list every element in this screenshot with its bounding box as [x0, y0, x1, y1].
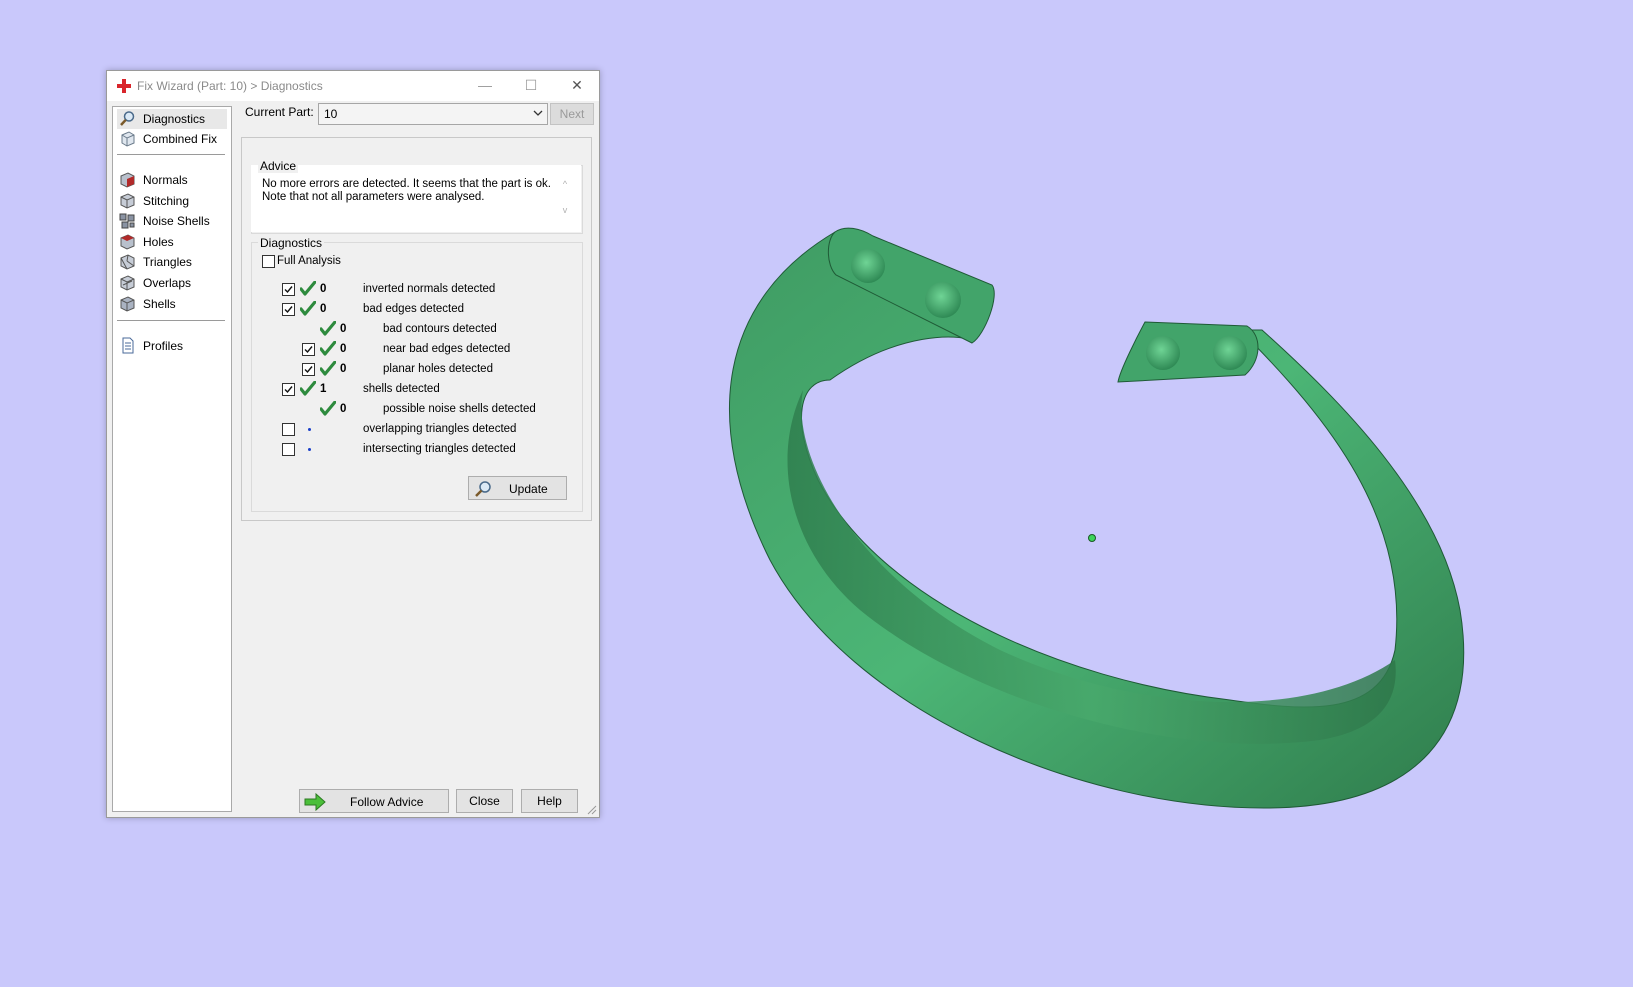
checkmark-icon [299, 280, 317, 297]
diagnostic-count: 0 [340, 363, 347, 375]
diagnostic-label: overlapping triangles detected [363, 423, 517, 435]
diagnostic-label: shells detected [363, 383, 440, 395]
diagnostic-label: intersecting triangles detected [363, 443, 516, 455]
diagnostic-label: near bad edges detected [383, 343, 511, 355]
wizard-sidebar: Diagnostics Combined Fix Normals Stitchi… [112, 106, 232, 812]
rotation-center-marker [1088, 534, 1096, 542]
title-bar[interactable]: Fix Wizard (Part: 10) > Diagnostics — ☐ … [107, 71, 599, 101]
sidebar-divider [117, 154, 225, 155]
chevron-down-icon [533, 110, 543, 116]
diagnostic-count: 0 [340, 343, 347, 355]
diagnostic-label: planar holes detected [383, 363, 493, 375]
sidebar-item-combined-fix[interactable]: Combined Fix [117, 129, 227, 149]
sidebar-item-shells[interactable]: Shells [117, 294, 227, 314]
red-cross-icon [117, 79, 131, 93]
overlaps-cube-icon [120, 275, 135, 291]
diagnostic-count: 1 [320, 383, 327, 395]
magnifier-icon [475, 481, 491, 497]
sidebar-item-noise-shells[interactable]: Noise Shells [117, 211, 227, 231]
cube-icon [121, 131, 135, 147]
shells-cube-icon [120, 296, 135, 312]
holes-cube-icon [120, 234, 135, 250]
scroll-up-icon[interactable]: ^ [559, 179, 571, 189]
diagnostic-label: bad edges detected [363, 303, 465, 315]
fix-wizard-dialog: Fix Wizard (Part: 10) > Diagnostics — ☐ … [106, 70, 600, 818]
full-analysis-label: Full Analysis [277, 255, 341, 267]
diagnostic-count: 0 [320, 283, 327, 295]
diagnostics-title: Diagnostics [258, 236, 325, 250]
current-part-select[interactable]: 10 [318, 103, 548, 125]
triangles-cube-icon [120, 254, 135, 270]
close-window-button[interactable]: ✕ [554, 71, 600, 101]
close-button[interactable]: Close [456, 789, 513, 813]
diagnostic-checkbox[interactable] [282, 303, 295, 316]
noise-shells-icon [119, 213, 135, 229]
diagnostic-count: 0 [320, 303, 327, 315]
diagnostic-checkbox[interactable] [302, 363, 315, 376]
diagnostic-checkbox[interactable] [282, 423, 295, 436]
sidebar-item-triangles[interactable]: Triangles [117, 252, 227, 272]
sidebar-item-profiles[interactable]: Profiles [117, 336, 227, 356]
checkmark-icon [319, 320, 337, 337]
sidebar-item-overlaps[interactable]: Overlaps [117, 273, 227, 293]
scroll-down-icon[interactable]: v [559, 205, 571, 215]
checkmark-icon [319, 400, 337, 417]
follow-advice-button[interactable]: Follow Advice [299, 789, 449, 813]
update-button[interactable]: Update [468, 476, 567, 500]
diagnostic-checkbox[interactable] [282, 283, 295, 296]
advice-scrollbar[interactable]: ^ v [559, 179, 571, 221]
advice-text: No more errors are detected. It seems th… [262, 178, 551, 203]
next-button[interactable]: Next [550, 103, 594, 125]
current-part-label: Current Part: [245, 105, 314, 119]
full-analysis-checkbox[interactable] [262, 255, 275, 268]
diagnostic-label: inverted normals detected [363, 283, 496, 295]
diagnostic-label: bad contours detected [383, 323, 497, 335]
window-title: Fix Wizard (Part: 10) > Diagnostics [137, 79, 323, 93]
normals-cube-icon [120, 172, 135, 188]
diagnostic-checkbox[interactable] [282, 383, 295, 396]
sidebar-divider [117, 320, 225, 321]
arrow-right-icon [304, 793, 326, 811]
stitching-cube-icon [120, 193, 135, 209]
magnifier-icon [120, 111, 135, 126]
pending-dot-icon [308, 428, 311, 431]
checkmark-icon [319, 340, 337, 357]
sidebar-item-holes[interactable]: Holes [117, 232, 227, 252]
sidebar-item-diagnostics[interactable]: Diagnostics [117, 109, 227, 129]
pending-dot-icon [308, 448, 311, 451]
diagnostic-checkbox[interactable] [302, 343, 315, 356]
help-button[interactable]: Help [521, 789, 578, 813]
resize-grip-icon[interactable] [587, 805, 597, 815]
checkmark-icon [299, 380, 317, 397]
maximize-button[interactable]: ☐ [508, 71, 554, 101]
minimize-button[interactable]: — [462, 71, 508, 101]
diagnostic-checkbox[interactable] [282, 443, 295, 456]
diagnostic-count: 0 [340, 323, 347, 335]
advice-title: Advice [258, 159, 299, 173]
sidebar-item-stitching[interactable]: Stitching [117, 191, 227, 211]
diagnostic-count: 0 [340, 403, 347, 415]
diagnostic-label: possible noise shells detected [383, 403, 536, 415]
checkmark-icon [299, 300, 317, 317]
sidebar-item-normals[interactable]: Normals [117, 170, 227, 190]
document-icon [122, 337, 134, 354]
checkmark-icon [319, 360, 337, 377]
